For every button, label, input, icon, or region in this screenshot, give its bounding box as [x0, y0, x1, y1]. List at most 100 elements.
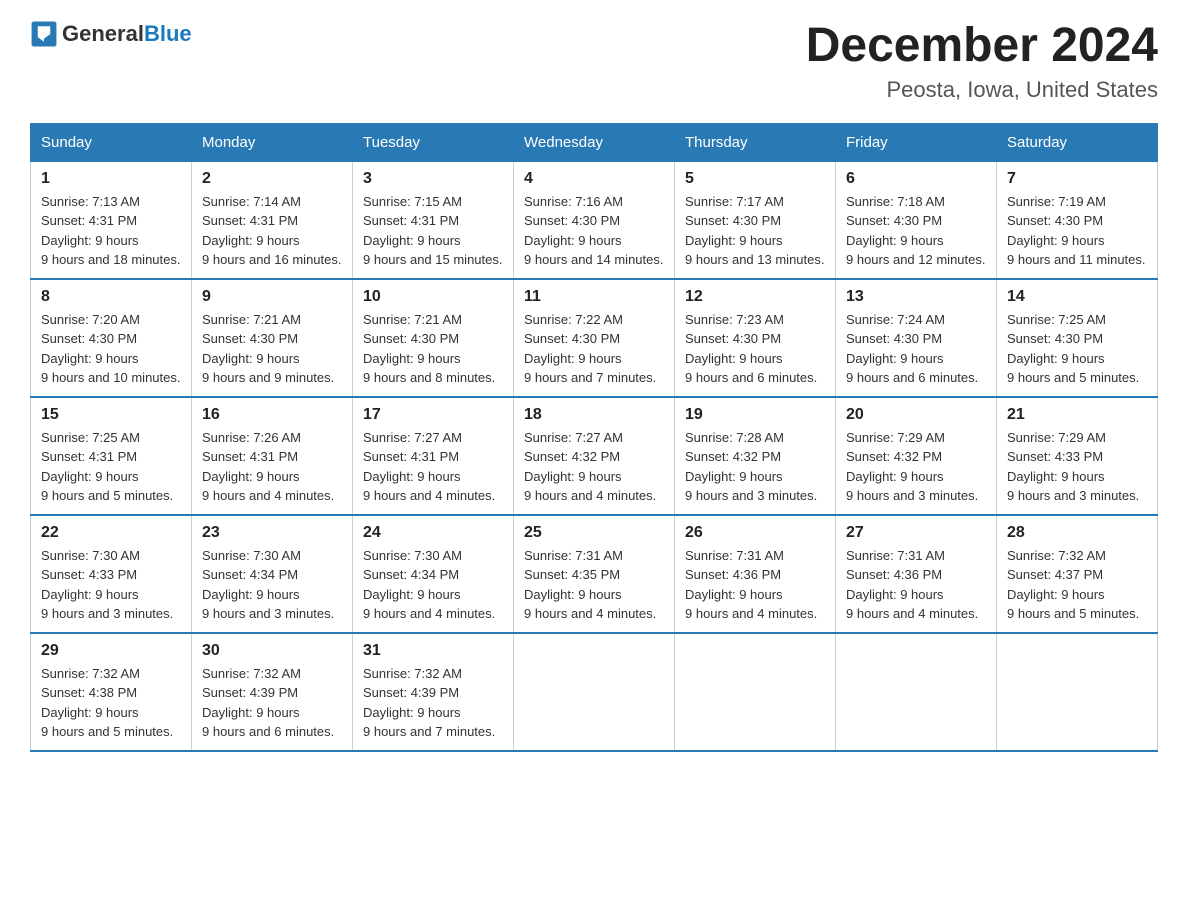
logo-general-text: General	[62, 21, 144, 46]
day-info: Sunrise: 7:20 AMSunset: 4:30 PMDaylight:…	[41, 310, 181, 388]
day-number: 25	[524, 524, 664, 542]
day-number: 9	[202, 288, 342, 306]
calendar-subtitle: Peosta, Iowa, United States	[806, 77, 1158, 103]
calendar-cell: 9 Sunrise: 7:21 AMSunset: 4:30 PMDaylight…	[192, 279, 353, 397]
calendar-cell: 4 Sunrise: 7:16 AMSunset: 4:30 PMDaylight…	[514, 161, 675, 279]
day-number: 10	[363, 288, 503, 306]
calendar-cell: 2 Sunrise: 7:14 AMSunset: 4:31 PMDaylight…	[192, 161, 353, 279]
calendar-header: Sunday Monday Tuesday Wednesday Thursday…	[31, 123, 1158, 161]
day-info: Sunrise: 7:21 AMSunset: 4:30 PMDaylight:…	[202, 310, 342, 388]
day-number: 21	[1007, 406, 1147, 424]
calendar-cell	[997, 633, 1158, 751]
header-friday: Friday	[836, 123, 997, 161]
day-number: 12	[685, 288, 825, 306]
day-info: Sunrise: 7:19 AMSunset: 4:30 PMDaylight:…	[1007, 192, 1147, 270]
day-info: Sunrise: 7:30 AMSunset: 4:33 PMDaylight:…	[41, 546, 181, 624]
calendar-cell: 22Sunrise: 7:30 AMSunset: 4:33 PMDayligh…	[31, 515, 192, 633]
day-number: 19	[685, 406, 825, 424]
calendar-cell: 7Sunrise: 7:19 AMSunset: 4:30 PMDaylight…	[997, 161, 1158, 279]
calendar-cell: 27 Sunrise: 7:31 AMSunset: 4:36 PMDayligh…	[836, 515, 997, 633]
day-number: 29	[41, 642, 181, 660]
calendar-table: Sunday Monday Tuesday Wednesday Thursday…	[30, 123, 1158, 752]
day-number: 14	[1007, 288, 1147, 306]
calendar-cell: 11Sunrise: 7:22 AMSunset: 4:30 PMDayligh…	[514, 279, 675, 397]
day-info: Sunrise: 7:31 AMSunset: 4:36 PMDaylight:…	[846, 546, 986, 624]
week-row-1: 1Sunrise: 7:13 AMSunset: 4:31 PMDaylight…	[31, 161, 1158, 279]
day-info: Sunrise: 7:18 AMSunset: 4:30 PMDaylight:…	[846, 192, 986, 270]
day-number: 18	[524, 406, 664, 424]
day-number: 26	[685, 524, 825, 542]
calendar-cell: 24Sunrise: 7:30 AMSunset: 4:34 PMDayligh…	[353, 515, 514, 633]
day-info: Sunrise: 7:16 AMSunset: 4:30 PMDaylight:…	[524, 192, 664, 270]
calendar-cell: 19Sunrise: 7:28 AMSunset: 4:32 PMDayligh…	[675, 397, 836, 515]
calendar-cell	[836, 633, 997, 751]
day-number: 13	[846, 288, 986, 306]
calendar-cell: 3 Sunrise: 7:15 AMSunset: 4:31 PMDaylight…	[353, 161, 514, 279]
day-number: 6	[846, 170, 986, 188]
day-info: Sunrise: 7:25 AMSunset: 4:30 PMDaylight:…	[1007, 310, 1147, 388]
day-number: 2	[202, 170, 342, 188]
calendar-cell: 30 Sunrise: 7:32 AMSunset: 4:39 PMDayligh…	[192, 633, 353, 751]
day-number: 8	[41, 288, 181, 306]
day-number: 17	[363, 406, 503, 424]
calendar-cell	[675, 633, 836, 751]
calendar-cell: 16 Sunrise: 7:26 AMSunset: 4:31 PMDayligh…	[192, 397, 353, 515]
header-row: Sunday Monday Tuesday Wednesday Thursday…	[31, 123, 1158, 161]
day-info: Sunrise: 7:31 AMSunset: 4:35 PMDaylight:…	[524, 546, 664, 624]
logo-blue-text: Blue	[144, 21, 192, 46]
header-thursday: Thursday	[675, 123, 836, 161]
day-info: Sunrise: 7:25 AMSunset: 4:31 PMDaylight:…	[41, 428, 181, 506]
day-info: Sunrise: 7:30 AMSunset: 4:34 PMDaylight:…	[202, 546, 342, 624]
day-number: 16	[202, 406, 342, 424]
day-info: Sunrise: 7:24 AMSunset: 4:30 PMDaylight:…	[846, 310, 986, 388]
calendar-cell: 21 Sunrise: 7:29 AMSunset: 4:33 PMDayligh…	[997, 397, 1158, 515]
day-info: Sunrise: 7:32 AMSunset: 4:37 PMDaylight:…	[1007, 546, 1147, 624]
day-info: Sunrise: 7:29 AMSunset: 4:33 PMDaylight:…	[1007, 428, 1147, 506]
calendar-cell: 13 Sunrise: 7:24 AMSunset: 4:30 PMDayligh…	[836, 279, 997, 397]
day-info: Sunrise: 7:21 AMSunset: 4:30 PMDaylight:…	[363, 310, 503, 388]
page-header: GeneralBlue December 2024 Peosta, Iowa, …	[30, 20, 1158, 103]
day-number: 5	[685, 170, 825, 188]
calendar-cell: 26 Sunrise: 7:31 AMSunset: 4:36 PMDayligh…	[675, 515, 836, 633]
calendar-cell: 6 Sunrise: 7:18 AMSunset: 4:30 PMDaylight…	[836, 161, 997, 279]
calendar-cell: 18 Sunrise: 7:27 AMSunset: 4:32 PMDayligh…	[514, 397, 675, 515]
day-info: Sunrise: 7:31 AMSunset: 4:36 PMDaylight:…	[685, 546, 825, 624]
calendar-cell: 17 Sunrise: 7:27 AMSunset: 4:31 PMDayligh…	[353, 397, 514, 515]
day-info: Sunrise: 7:32 AMSunset: 4:39 PMDaylight:…	[202, 664, 342, 742]
day-number: 31	[363, 642, 503, 660]
day-info: Sunrise: 7:23 AMSunset: 4:30 PMDaylight:…	[685, 310, 825, 388]
day-number: 4	[524, 170, 664, 188]
week-row-5: 29 Sunrise: 7:32 AMSunset: 4:38 PMDayligh…	[31, 633, 1158, 751]
week-row-2: 8 Sunrise: 7:20 AMSunset: 4:30 PMDaylight…	[31, 279, 1158, 397]
header-wednesday: Wednesday	[514, 123, 675, 161]
calendar-cell: 1Sunrise: 7:13 AMSunset: 4:31 PMDaylight…	[31, 161, 192, 279]
calendar-cell: 15 Sunrise: 7:25 AMSunset: 4:31 PMDayligh…	[31, 397, 192, 515]
week-row-4: 22Sunrise: 7:30 AMSunset: 4:33 PMDayligh…	[31, 515, 1158, 633]
day-info: Sunrise: 7:15 AMSunset: 4:31 PMDaylight:…	[363, 192, 503, 270]
day-info: Sunrise: 7:32 AMSunset: 4:38 PMDaylight:…	[41, 664, 181, 742]
header-saturday: Saturday	[997, 123, 1158, 161]
day-number: 23	[202, 524, 342, 542]
day-number: 15	[41, 406, 181, 424]
day-info: Sunrise: 7:30 AMSunset: 4:34 PMDaylight:…	[363, 546, 503, 624]
day-info: Sunrise: 7:27 AMSunset: 4:32 PMDaylight:…	[524, 428, 664, 506]
day-info: Sunrise: 7:26 AMSunset: 4:31 PMDaylight:…	[202, 428, 342, 506]
day-info: Sunrise: 7:29 AMSunset: 4:32 PMDaylight:…	[846, 428, 986, 506]
day-number: 1	[41, 170, 181, 188]
day-number: 20	[846, 406, 986, 424]
calendar-body: 1Sunrise: 7:13 AMSunset: 4:31 PMDaylight…	[31, 161, 1158, 751]
day-info: Sunrise: 7:14 AMSunset: 4:31 PMDaylight:…	[202, 192, 342, 270]
header-monday: Monday	[192, 123, 353, 161]
calendar-cell: 14 Sunrise: 7:25 AMSunset: 4:30 PMDayligh…	[997, 279, 1158, 397]
day-number: 27	[846, 524, 986, 542]
day-info: Sunrise: 7:27 AMSunset: 4:31 PMDaylight:…	[363, 428, 503, 506]
calendar-cell	[514, 633, 675, 751]
calendar-cell: 10 Sunrise: 7:21 AMSunset: 4:30 PMDayligh…	[353, 279, 514, 397]
header-sunday: Sunday	[31, 123, 192, 161]
calendar-cell: 23 Sunrise: 7:30 AMSunset: 4:34 PMDayligh…	[192, 515, 353, 633]
day-number: 28	[1007, 524, 1147, 542]
day-number: 3	[363, 170, 503, 188]
day-number: 30	[202, 642, 342, 660]
calendar-cell: 12 Sunrise: 7:23 AMSunset: 4:30 PMDayligh…	[675, 279, 836, 397]
week-row-3: 15 Sunrise: 7:25 AMSunset: 4:31 PMDayligh…	[31, 397, 1158, 515]
